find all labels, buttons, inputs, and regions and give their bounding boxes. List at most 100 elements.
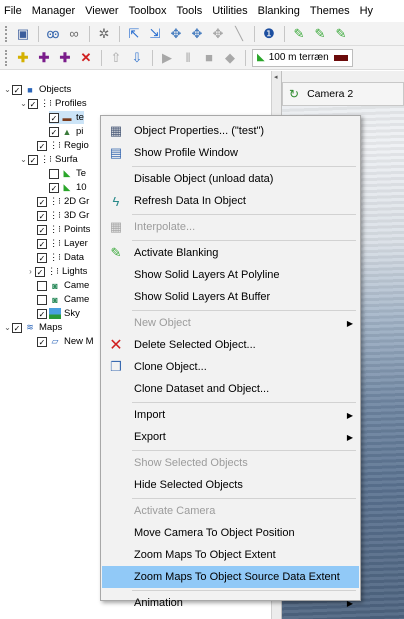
tree-item-pi[interactable]: ✓ ▲ pi [49,125,83,138]
glasses-icon[interactable]: ∞ [64,24,84,44]
menu-themes[interactable]: Themes [310,5,350,17]
menu-item-zoom-object-extent[interactable]: Zoom Maps To Object Extent [102,544,359,566]
menu-hy[interactable]: Hy [360,5,373,17]
info-icon[interactable]: ❶ [259,24,279,44]
menu-item-zoom-source-extent[interactable]: Zoom Maps To Object Source Data Extent [102,566,359,588]
expand-icon[interactable]: › [26,267,35,276]
tree-checkbox[interactable]: ✓ [12,322,22,333]
tree-checkbox[interactable]: ✓ [37,196,47,207]
eraser-icon[interactable]: ◆ [220,48,240,68]
select-arrow-icon[interactable]: ⇱ [124,24,144,44]
menu-toolbox[interactable]: Toolbox [129,5,167,17]
menu-item-clone-dataset[interactable]: Clone Dataset and Object... [102,378,359,400]
select-area-icon[interactable]: ✥ [208,24,228,44]
toolbar-grip[interactable] [5,25,9,42]
menu-item-move-camera[interactable]: Move Camera To Object Position [102,522,359,544]
tree-checkbox[interactable]: ✓ [28,98,38,109]
tree-checkbox[interactable]: ✓ [37,140,47,151]
menu-item-new-object[interactable]: New Object ▶ [102,312,359,334]
menu-blanking[interactable]: Blanking [258,5,300,17]
tree-item-points[interactable]: ✓ ⋮⁝ Points [37,223,90,236]
tree-checkbox[interactable]: ✓ [37,308,47,319]
add-object-3-icon[interactable]: ✎ [331,24,351,44]
tree-checkbox[interactable] [37,294,47,305]
menu-item-show-selected[interactable]: Show Selected Objects [102,452,359,474]
terrain-selector[interactable]: ◣ 100 m terræn [252,48,353,67]
tree-item-layers[interactable]: ✓ ⋮⁝ Layer [37,237,88,250]
menu-tools[interactable]: Tools [177,5,203,17]
tree-checkbox[interactable]: ✓ [49,126,59,137]
add-point-icon[interactable]: ✚ [34,48,54,68]
tree-item-test[interactable]: ✓ ▬ te [49,111,84,124]
select-edit-icon[interactable]: ⇲ [145,24,165,44]
tree-item-3d-grids[interactable]: ✓ ⋮⁝ 3D Gr [37,209,89,222]
tree-item-data[interactable]: ✓ ⋮⁝ Data [37,251,84,264]
tree-item-camera-1[interactable]: ◙ Came [37,279,89,292]
save-icon[interactable]: ▣ [13,24,33,44]
menu-manager[interactable]: Manager [32,5,75,17]
tree-item-objects[interactable]: ⌄ ✓ ■ Objects [3,83,71,96]
menu-item-hide-selected[interactable]: Hide Selected Objects [102,474,359,496]
tree-item-2d-grids[interactable]: ✓ ⋮⁝ 2D Gr [37,195,89,208]
tree-item-sky[interactable]: ✓ Sky [37,307,80,320]
menu-utilities[interactable]: Utilities [212,5,247,17]
add-line-icon[interactable]: ✚ [55,48,75,68]
tree-checkbox[interactable]: ✓ [49,112,59,123]
tree-item-surfaces[interactable]: ⌄ ✓ ⋮⁝ Surfa [19,153,78,166]
tree-checkbox[interactable]: ✓ [37,336,47,347]
move-up-icon[interactable]: ⇧ [106,48,126,68]
tree-checkbox[interactable]: ✓ [28,154,38,165]
menu-item-import[interactable]: Import ▶ [102,404,359,426]
measure-line-icon[interactable]: ╲ [229,24,249,44]
collapse-panel-icon[interactable]: ◂ [274,73,278,81]
menu-item-disable-object[interactable]: Disable Object (unload data) [102,168,359,190]
tree-item-100m[interactable]: ✓ ◣ 10 [49,181,87,194]
tree-checkbox[interactable]: ✓ [37,238,47,249]
menu-item-animation[interactable]: Animation ▶ [102,592,359,614]
menu-item-refresh-data[interactable]: ϟ Refresh Data In Object [102,190,359,212]
tree-checkbox[interactable]: ✓ [37,224,47,235]
add-icon[interactable]: ✚ [13,48,33,68]
stop-icon[interactable]: ■ [199,48,219,68]
tree-item-terrain[interactable]: ◣ Te [49,167,86,180]
menu-item-object-properties[interactable]: ▦ Object Properties... ("test") [102,120,359,142]
menu-item-interpolate[interactable]: ▦ Interpolate... [102,216,359,238]
tree-checkbox[interactable]: ✓ [37,210,47,221]
tree-item-camera-2[interactable]: ◙ Came [37,293,89,306]
collapse-icon[interactable]: ⌄ [3,323,12,332]
tree-item-regions[interactable]: ✓ ⋮⁝ Regio [37,139,89,152]
menu-item-activate-camera[interactable]: Activate Camera [102,500,359,522]
menu-item-solid-layers-polyline[interactable]: Show Solid Layers At Polyline [102,264,359,286]
move-down-icon[interactable]: ⇩ [127,48,147,68]
tree-checkbox[interactable] [37,280,47,291]
add-object-icon[interactable]: ✎ [289,24,309,44]
tree-item-profiles[interactable]: ⌄ ✓ ⋮⁝ Profiles [19,97,87,110]
menu-item-activate-blanking[interactable]: ✎ Activate Blanking [102,242,359,264]
binoculars-icon[interactable]: ꙭ [43,24,63,44]
collapse-icon[interactable]: ⌄ [3,85,12,94]
menu-item-solid-layers-buffer[interactable]: Show Solid Layers At Buffer [102,286,359,308]
tree-checkbox[interactable] [49,168,59,179]
menu-item-clone-object[interactable]: ❐ Clone Object... [102,356,359,378]
tree-item-lights[interactable]: › ✓ ⋮⁝ Lights [26,265,87,278]
tools-icon[interactable]: ✲ [94,24,114,44]
toolbar-grip[interactable] [5,49,9,66]
menu-viewer[interactable]: Viewer [85,5,118,17]
select-lines-icon[interactable]: ✥ [187,24,207,44]
tree-checkbox[interactable]: ✓ [35,266,45,277]
menu-item-export[interactable]: Export ▶ [102,426,359,448]
tree-checkbox[interactable]: ✓ [37,252,47,263]
tree-checkbox[interactable]: ✓ [12,84,22,95]
play-icon[interactable]: ▶ [157,48,177,68]
menu-item-delete-object[interactable]: ✕ Delete Selected Object... [102,334,359,356]
add-object-2-icon[interactable]: ✎ [310,24,330,44]
menu-file[interactable]: File [4,5,22,17]
delete-icon[interactable]: ✕ [76,48,96,68]
collapse-icon[interactable]: ⌄ [19,155,28,164]
tree-item-new-map[interactable]: ✓ ▱ New M [37,335,94,348]
tree-checkbox[interactable]: ✓ [49,182,59,193]
tree-item-maps[interactable]: ⌄ ✓ ≋ Maps [3,321,62,334]
pause-icon[interactable]: ‖ [178,48,198,68]
menu-item-show-profile-window[interactable]: ▤ Show Profile Window [102,142,359,164]
select-points-icon[interactable]: ✥ [166,24,186,44]
